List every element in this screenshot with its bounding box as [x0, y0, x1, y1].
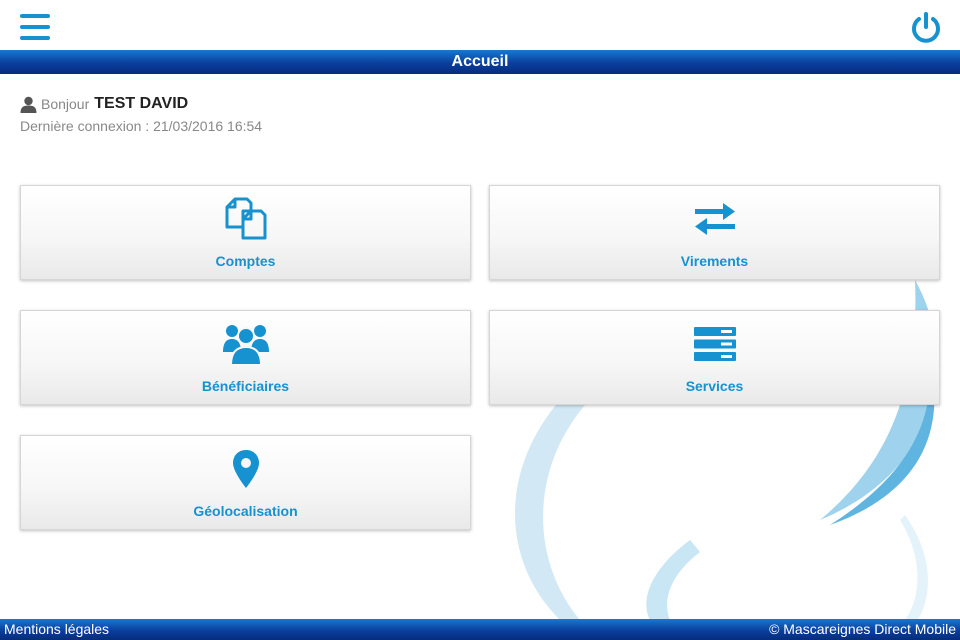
top-bar: [0, 0, 960, 50]
greeting-hello: Bonjour: [41, 96, 90, 112]
server-list-icon: [693, 327, 736, 361]
tile-beneficiaires[interactable]: Bénéficiaires: [20, 310, 471, 405]
tile-label: Comptes: [215, 253, 276, 269]
tile-label: Virements: [680, 253, 749, 269]
tile-geolocalisation[interactable]: Géolocalisation: [20, 435, 471, 530]
user-icon: [20, 96, 37, 113]
power-icon: [912, 12, 940, 43]
tile-services[interactable]: Services: [489, 310, 940, 405]
users-group-icon: [222, 325, 269, 366]
tile-label: Géolocalisation: [193, 503, 298, 519]
map-pin-icon: [232, 450, 259, 488]
tile-label: Services: [685, 378, 744, 394]
tile-comptes[interactable]: Comptes: [20, 185, 471, 280]
copyright: © Mascareignes Direct Mobile: [769, 621, 956, 637]
last-login: Dernière connexion : 21/03/2016 16:54: [20, 118, 263, 134]
tile-label: Bénéficiaires: [201, 378, 290, 394]
page-title: Accueil: [0, 50, 960, 74]
greeting: Bonjour TEST DAVID Dernière connexion : …: [20, 94, 262, 134]
menu-button[interactable]: [20, 14, 50, 40]
footer: Mentions légales © Mascareignes Direct M…: [0, 619, 960, 640]
user-name: TEST DAVID: [94, 95, 189, 112]
tile-virements[interactable]: Virements: [489, 185, 940, 280]
power-button[interactable]: [909, 11, 943, 45]
transfer-arrows-icon: [694, 203, 735, 235]
legal-link[interactable]: Mentions légales: [4, 619, 109, 639]
documents-icon: [225, 197, 266, 240]
